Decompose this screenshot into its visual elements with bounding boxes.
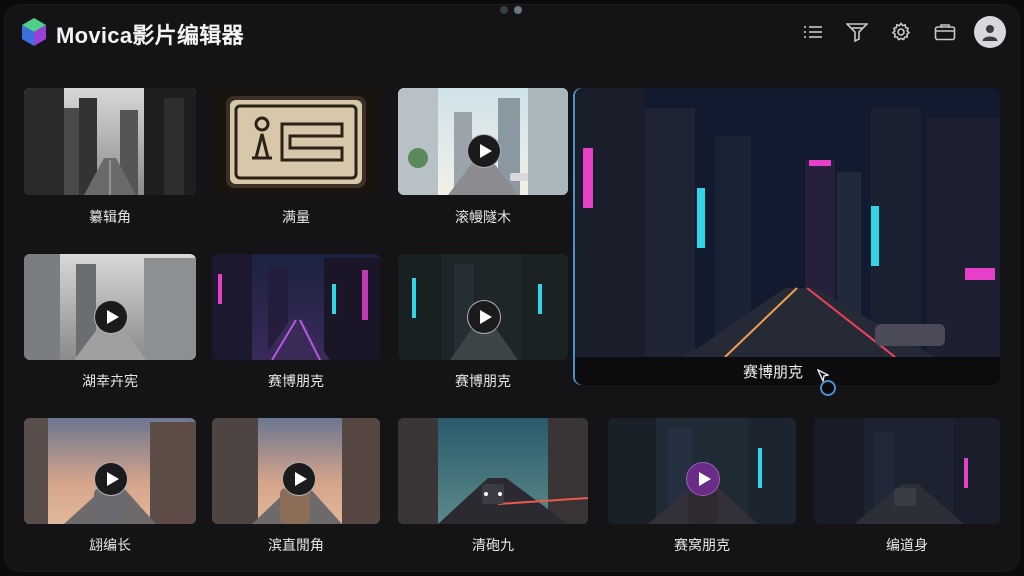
video-title: 赛博朋克 xyxy=(268,373,324,389)
video-card[interactable]: 清砲九 xyxy=(398,418,588,558)
video-card[interactable]: 赛窝朋克 xyxy=(608,418,796,558)
featured-title: 赛博朋克 xyxy=(743,364,804,381)
video-card[interactable]: 编道身 xyxy=(814,418,1000,558)
video-title: 翃编长 xyxy=(89,537,131,553)
video-thumbnail[interactable] xyxy=(398,88,568,195)
featured-caption-bar: 赛博朋克 xyxy=(575,357,1000,385)
selection-handle[interactable] xyxy=(820,380,836,396)
video-title: 满量 xyxy=(282,209,310,225)
folder-icon[interactable] xyxy=(930,17,960,47)
featured-thumbnail[interactable] xyxy=(575,88,1000,358)
video-card[interactable]: 纂辑角 xyxy=(24,88,196,228)
video-thumbnail[interactable] xyxy=(24,418,196,524)
play-button[interactable] xyxy=(467,134,501,168)
video-card[interactable]: 满量 xyxy=(212,88,380,228)
play-button[interactable] xyxy=(686,462,720,496)
play-icon xyxy=(698,472,711,486)
video-card[interactable]: 湖幸卉宪 xyxy=(24,254,196,394)
featured-preview[interactable]: 赛博朋克 xyxy=(575,88,1000,385)
video-thumbnail[interactable] xyxy=(212,88,380,195)
video-thumbnail[interactable] xyxy=(24,254,196,360)
video-card[interactable]: 滚幔隧木 xyxy=(398,88,568,228)
play-icon xyxy=(106,310,119,324)
play-button[interactable] xyxy=(467,300,501,334)
video-thumbnail[interactable] xyxy=(814,418,1000,524)
filter-icon[interactable] xyxy=(842,17,872,47)
video-title: 清砲九 xyxy=(472,537,514,553)
app-logo-icon xyxy=(22,18,46,46)
video-title: 纂辑角 xyxy=(89,209,131,225)
play-icon xyxy=(479,310,492,324)
video-thumbnail[interactable] xyxy=(398,254,568,360)
list-icon[interactable] xyxy=(798,17,828,47)
header-toolbar xyxy=(798,16,1006,48)
page-dot-active[interactable] xyxy=(514,6,522,14)
video-thumbnail[interactable] xyxy=(398,418,588,524)
video-card[interactable]: 赛博朋克 xyxy=(212,254,380,394)
video-title: 滨直閒角 xyxy=(268,537,324,553)
video-title: 赛博朋克 xyxy=(455,373,511,389)
video-thumbnail[interactable] xyxy=(24,88,196,195)
app-title: Movica影片编辑器 xyxy=(56,23,244,48)
user-icon xyxy=(982,25,998,41)
video-title: 赛窝朋克 xyxy=(674,537,730,553)
play-button[interactable] xyxy=(94,300,128,334)
page-dot[interactable] xyxy=(500,6,508,14)
play-icon xyxy=(294,472,307,486)
video-title: 湖幸卉宪 xyxy=(82,373,138,389)
play-button[interactable] xyxy=(282,462,316,496)
user-avatar[interactable] xyxy=(974,16,1006,48)
play-icon xyxy=(106,472,119,486)
play-icon xyxy=(479,144,492,158)
gear-icon[interactable] xyxy=(886,17,916,47)
video-title: 滚幔隧木 xyxy=(455,209,511,225)
video-thumbnail[interactable] xyxy=(608,418,796,524)
video-thumbnail[interactable] xyxy=(212,418,380,524)
video-thumbnail[interactable] xyxy=(212,254,380,360)
page-indicator xyxy=(500,6,522,14)
video-card[interactable]: 赛博朋克 xyxy=(398,254,568,394)
video-title: 编道身 xyxy=(886,537,928,553)
play-button[interactable] xyxy=(94,462,128,496)
video-card[interactable]: 翃编长 xyxy=(24,418,196,558)
video-card[interactable]: 滨直閒角 xyxy=(212,418,380,558)
